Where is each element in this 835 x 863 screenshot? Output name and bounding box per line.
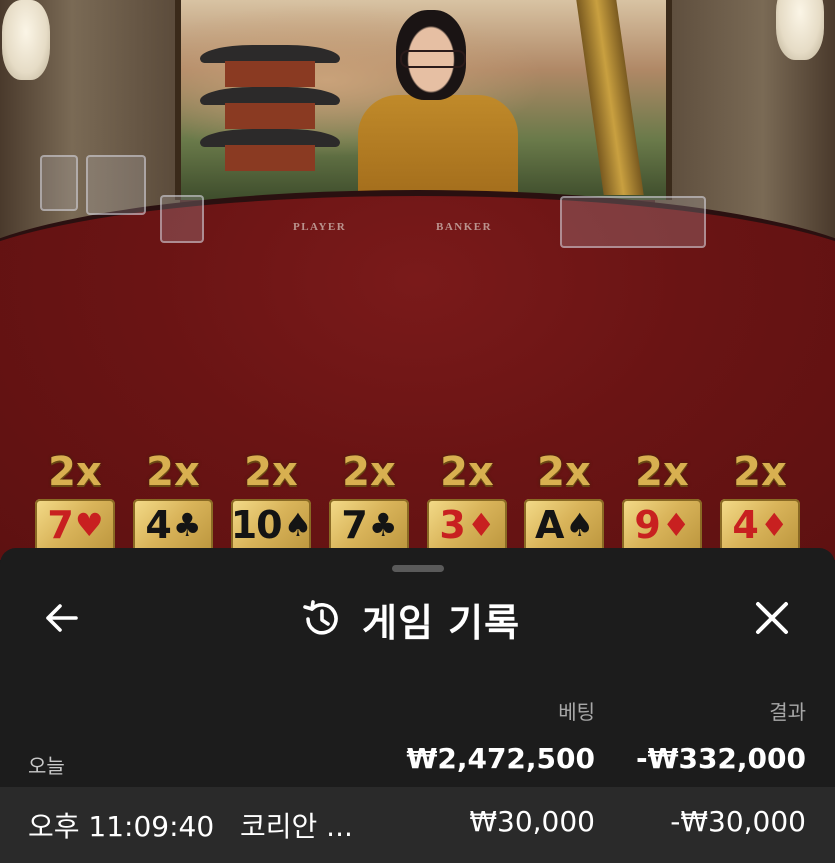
card-rank: 7: [341, 503, 367, 547]
table-label-player: PLAYER: [293, 221, 347, 233]
close-icon: [756, 602, 788, 634]
card-rank: 9: [634, 503, 660, 547]
card-multiplier: 2x: [635, 449, 689, 495]
card-suit-icon: ♦: [466, 506, 496, 544]
summary-bet-total: ₩2,472,500: [406, 742, 595, 775]
lucky-card-slot: 2x 7 ♣: [327, 448, 411, 560]
card-suit-icon: ♠: [283, 506, 313, 544]
history-row-result: -₩30,000: [670, 805, 806, 838]
card-multiplier: 2x: [244, 449, 298, 495]
lucky-card-slot: 2x 3 ♦: [425, 448, 509, 560]
table-label-banker: BANKER: [436, 221, 493, 233]
sheet-drag-handle[interactable]: [392, 565, 444, 572]
card-suit-icon: ♦: [759, 506, 789, 544]
lucky-card-slot: 2x 9 ♦: [620, 448, 704, 560]
card-holder-left: [40, 155, 78, 211]
card-suit-icon: ♥: [74, 506, 104, 544]
card-suit-icon: ♦: [661, 506, 691, 544]
card-multiplier: 2x: [342, 449, 396, 495]
card-rank: 10: [230, 503, 283, 547]
lucky-card-slot: 2x 10 ♠: [229, 448, 313, 560]
card-multiplier: 2x: [733, 449, 787, 495]
back-button[interactable]: [42, 598, 82, 638]
card-rank: A: [534, 503, 564, 547]
card-rank: 7: [47, 503, 73, 547]
summary-result-total: -₩332,000: [635, 742, 806, 775]
lantern-right: [776, 0, 824, 60]
close-button[interactable]: [752, 598, 792, 638]
arrow-left-icon: [46, 604, 78, 632]
dealer: [348, 10, 528, 210]
lucky-card-slot: 2x 4 ♣: [131, 448, 215, 560]
card-multiplier: 2x: [440, 449, 494, 495]
card-suit-icon: ♣: [172, 506, 202, 544]
column-header-bet: 베팅: [558, 702, 595, 724]
discard-tray: [160, 195, 204, 243]
card-suit-icon: ♣: [368, 506, 398, 544]
card-rank: 3: [439, 503, 465, 547]
history-row[interactable]: 오후 11:09:40 코리안 ... ₩30,000 -₩30,000: [0, 787, 835, 863]
card-rank: 4: [732, 503, 758, 547]
history-row-time: 오후 11:09:40: [28, 810, 215, 843]
lantern-left: [2, 0, 50, 80]
card-suit-icon: ♠: [565, 506, 594, 544]
history-row-bet: ₩30,000: [469, 805, 595, 838]
sheet-title: 게임 기록: [362, 600, 521, 645]
summary-label: 오늘: [28, 756, 65, 778]
card-multiplier: 2x: [146, 449, 200, 495]
pagoda-painting: [200, 45, 340, 185]
lucky-cards-row: 2x 7 ♥ 2x 4 ♣ 2x 10 ♠ 2x 7 ♣ 2x 3 ♦ 2x A ♠ 2x 9 ♦ 2x 4 ♦: [0, 448, 835, 560]
lucky-card-slot: 2x A ♠: [522, 448, 606, 560]
card-shoe-left: [86, 155, 146, 215]
card-rank: 4: [145, 503, 171, 547]
card-shoe-right: [560, 196, 706, 248]
card-multiplier: 2x: [537, 449, 591, 495]
lucky-card-slot: 2x 7 ♥: [33, 448, 117, 560]
history-icon: [303, 600, 338, 635]
history-row-game: 코리안 ...: [240, 810, 353, 843]
column-header-result: 결과: [769, 702, 806, 724]
sheet-header: 게임 기록: [300, 594, 521, 645]
summary-row-today: 오늘 ₩2,472,500 -₩332,000: [0, 734, 835, 786]
lucky-card-slot: 2x 4 ♦: [718, 448, 802, 560]
card-multiplier: 2x: [48, 449, 102, 495]
game-history-sheet: 게임 기록 베팅 결과 오늘 ₩2,472,500 -₩332,000 오후 1…: [0, 548, 835, 863]
